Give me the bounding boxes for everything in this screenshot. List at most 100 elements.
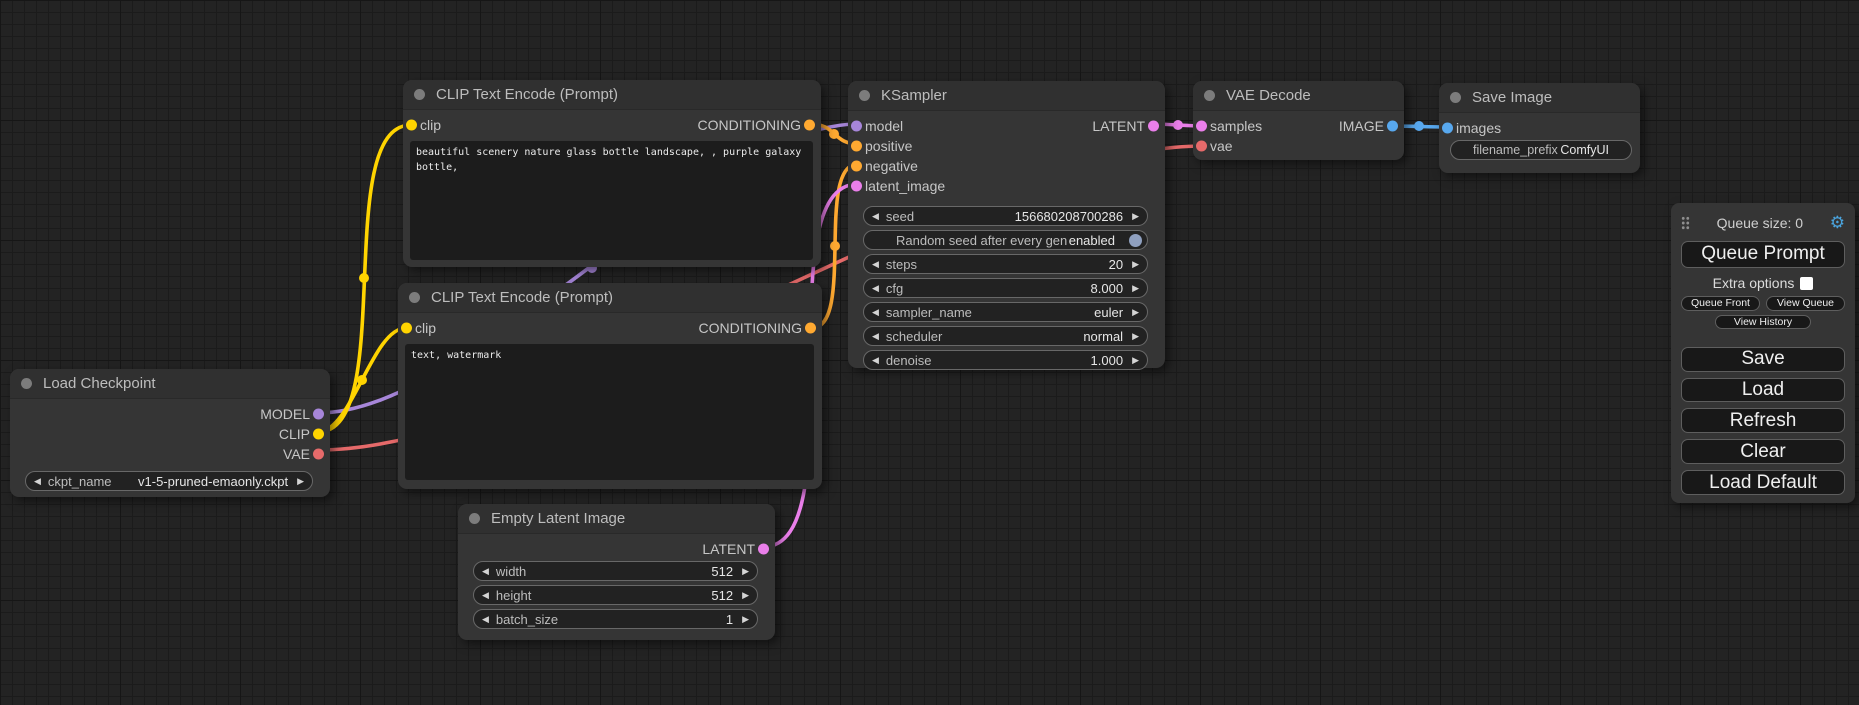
- samples-input-slot[interactable]: [1196, 121, 1207, 132]
- ckpt-name-widget[interactable]: ◀ ckpt_name v1-5-pruned-emaonly.ckpt ▶: [25, 471, 313, 491]
- negative-prompt-textarea[interactable]: text, watermark: [405, 344, 814, 480]
- collapse-dot-icon[interactable]: [409, 292, 420, 303]
- clip-output-slot[interactable]: [313, 429, 324, 440]
- latent-output-row: LATENT: [458, 539, 775, 559]
- collapse-dot-icon[interactable]: [859, 90, 870, 101]
- decrement-arrow-icon[interactable]: ◀: [872, 260, 879, 269]
- node-canvas[interactable]: { "colors": { "model": "#a786d9", "clip"…: [0, 0, 1859, 705]
- vae-output-slot[interactable]: [313, 449, 324, 460]
- save-button[interactable]: Save: [1681, 347, 1845, 372]
- filename-prefix-widget[interactable]: filename_prefix ComfyUI: [1450, 140, 1632, 160]
- wire-midpoint-dot-ksampler-latent-to-vae-decode: [1173, 120, 1183, 130]
- positive-prompt-textarea[interactable]: beautiful scenery nature glass bottle la…: [410, 141, 813, 260]
- vae-input-slot[interactable]: [1196, 141, 1207, 152]
- load-button[interactable]: Load: [1681, 378, 1845, 403]
- node-vae-decode[interactable]: VAE Decode samples IMAGE vae: [1193, 81, 1404, 160]
- node-ksampler[interactable]: KSampler model LATENT positive negative …: [848, 81, 1165, 368]
- increment-arrow-icon[interactable]: ▶: [1132, 332, 1139, 341]
- seed-widget[interactable]: ◀ seed 156680208700286 ▶: [863, 206, 1148, 226]
- clip-output-label: CLIP: [279, 426, 310, 442]
- collapse-dot-icon[interactable]: [21, 378, 32, 389]
- increment-arrow-icon[interactable]: ▶: [297, 477, 304, 486]
- conditioning-output-slot[interactable]: [805, 323, 816, 334]
- negative-input-slot[interactable]: [851, 161, 862, 172]
- node-title-bar[interactable]: VAE Decode: [1193, 81, 1404, 111]
- decrement-arrow-icon[interactable]: ◀: [872, 284, 879, 293]
- node-title-bar[interactable]: CLIP Text Encode (Prompt): [398, 283, 822, 313]
- node-load-checkpoint[interactable]: Load Checkpoint MODEL CLIP VAE ◀ ckpt_na…: [10, 369, 330, 497]
- node-save-image[interactable]: Save Image images filename_prefix ComfyU…: [1439, 83, 1640, 173]
- images-input-slot[interactable]: [1442, 123, 1453, 134]
- scheduler-widget[interactable]: ◀ scheduler normal ▶: [863, 326, 1148, 346]
- node-title-bar[interactable]: KSampler: [848, 81, 1165, 111]
- node-title-bar[interactable]: Empty Latent Image: [458, 504, 775, 534]
- node-title: Empty Latent Image: [491, 510, 625, 527]
- increment-arrow-icon[interactable]: ▶: [1132, 284, 1139, 293]
- node-title-bar[interactable]: CLIP Text Encode (Prompt): [403, 80, 821, 110]
- collapse-dot-icon[interactable]: [469, 513, 480, 524]
- node-title-bar[interactable]: Save Image: [1439, 83, 1640, 113]
- batch-size-widget[interactable]: ◀ batch_size 1 ▶: [473, 609, 758, 629]
- increment-arrow-icon[interactable]: ▶: [1132, 260, 1139, 269]
- steps-widget[interactable]: ◀ steps 20 ▶: [863, 254, 1148, 274]
- collapse-dot-icon[interactable]: [1450, 92, 1461, 103]
- decrement-arrow-icon[interactable]: ◀: [872, 212, 879, 221]
- decrement-arrow-icon[interactable]: ◀: [482, 567, 489, 576]
- denoise-widget[interactable]: ◀ denoise 1.000 ▶: [863, 350, 1148, 370]
- node-title: VAE Decode: [1226, 87, 1311, 104]
- decrement-arrow-icon[interactable]: ◀: [482, 591, 489, 600]
- model-input-slot[interactable]: [851, 121, 862, 132]
- latent-output-slot[interactable]: [758, 544, 769, 555]
- latent-output-slot[interactable]: [1148, 121, 1159, 132]
- decrement-arrow-icon[interactable]: ◀: [872, 308, 879, 317]
- collapse-dot-icon[interactable]: [1204, 90, 1215, 101]
- queue-front-button[interactable]: Queue Front: [1681, 296, 1760, 311]
- model-output-slot[interactable]: [313, 409, 324, 420]
- settings-gear-icon[interactable]: ⚙: [1830, 214, 1845, 231]
- decrement-arrow-icon[interactable]: ◀: [872, 332, 879, 341]
- conditioning-output-label: CONDITIONING: [698, 117, 801, 133]
- widget-label: height: [496, 588, 531, 603]
- node-title-bar[interactable]: Load Checkpoint: [10, 369, 330, 399]
- widget-value: 156680208700286: [1015, 209, 1123, 224]
- conditioning-output-slot[interactable]: [804, 120, 815, 131]
- increment-arrow-icon[interactable]: ▶: [1132, 356, 1139, 365]
- widget-label: batch_size: [496, 612, 558, 627]
- widget-label: scheduler: [886, 329, 942, 344]
- view-queue-button[interactable]: View Queue: [1766, 296, 1845, 311]
- width-widget[interactable]: ◀ width 512 ▶: [473, 561, 758, 581]
- extra-options-checkbox[interactable]: [1800, 277, 1813, 290]
- widget-value: ComfyUI: [1560, 143, 1609, 157]
- load-default-button[interactable]: Load Default: [1681, 470, 1845, 495]
- random-seed-toggle[interactable]: Random seed after every gen enabled: [863, 230, 1148, 250]
- increment-arrow-icon[interactable]: ▶: [1132, 308, 1139, 317]
- decrement-arrow-icon[interactable]: ◀: [482, 615, 489, 624]
- node-empty-latent-image[interactable]: Empty Latent Image LATENT ◀ width 512 ▶ …: [458, 504, 775, 640]
- queue-prompt-button[interactable]: Queue Prompt: [1681, 241, 1845, 268]
- latent-image-input-slot[interactable]: [851, 181, 862, 192]
- model-slot-row: model LATENT: [848, 116, 1165, 136]
- increment-arrow-icon[interactable]: ▶: [742, 567, 749, 576]
- widget-label: seed: [886, 209, 914, 224]
- positive-input-slot[interactable]: [851, 141, 862, 152]
- negative-slot-row: negative: [848, 156, 1165, 176]
- collapse-dot-icon[interactable]: [414, 89, 425, 100]
- increment-arrow-icon[interactable]: ▶: [1132, 212, 1139, 221]
- increment-arrow-icon[interactable]: ▶: [742, 615, 749, 624]
- height-widget[interactable]: ◀ height 512 ▶: [473, 585, 758, 605]
- node-clip-text-encode-negative[interactable]: CLIP Text Encode (Prompt) clip CONDITION…: [398, 283, 822, 489]
- drag-handle-icon[interactable]: [1681, 216, 1690, 230]
- clear-button[interactable]: Clear: [1681, 439, 1845, 464]
- clip-input-slot[interactable]: [406, 120, 417, 131]
- cfg-widget[interactable]: ◀ cfg 8.000 ▶: [863, 278, 1148, 298]
- decrement-arrow-icon[interactable]: ◀: [34, 477, 41, 486]
- toggle-circle-icon[interactable]: [1129, 234, 1142, 247]
- decrement-arrow-icon[interactable]: ◀: [872, 356, 879, 365]
- image-output-slot[interactable]: [1387, 121, 1398, 132]
- refresh-button[interactable]: Refresh: [1681, 408, 1845, 433]
- node-clip-text-encode-positive[interactable]: CLIP Text Encode (Prompt) clip CONDITION…: [403, 80, 821, 267]
- clip-input-slot[interactable]: [401, 323, 412, 334]
- increment-arrow-icon[interactable]: ▶: [742, 591, 749, 600]
- sampler-name-widget[interactable]: ◀ sampler_name euler ▶: [863, 302, 1148, 322]
- view-history-button[interactable]: View History: [1715, 315, 1811, 329]
